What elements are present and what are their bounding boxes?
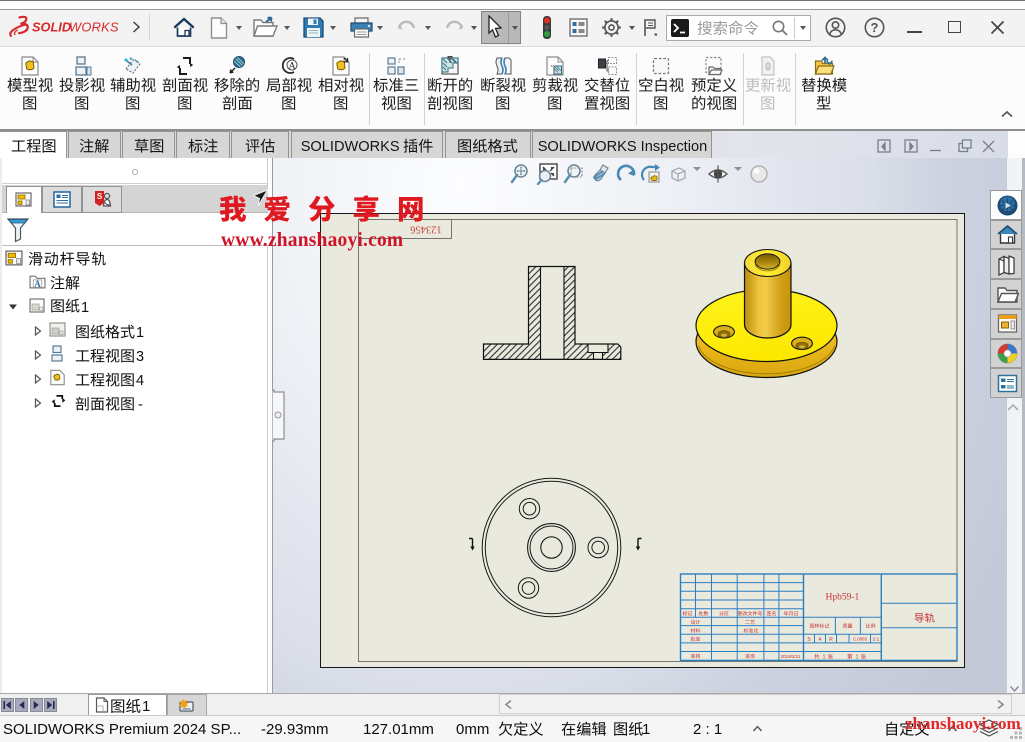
svg-text:2:1: 2:1: [872, 637, 879, 643]
svg-text:A: A: [289, 62, 296, 72]
svg-text:WORKS: WORKS: [69, 20, 119, 35]
svg-text:?: ?: [871, 20, 879, 35]
svg-text:SOLID: SOLID: [32, 20, 71, 35]
svg-text:2018/3/11: 2018/3/11: [780, 654, 801, 659]
svg-text:S: S: [97, 192, 103, 201]
svg-text:Hpb59-1: Hpb59-1: [825, 593, 859, 603]
svg-text:1: 1: [822, 655, 825, 661]
svg-text:C.0065: C.0065: [852, 637, 867, 642]
svg-text:S: S: [807, 637, 811, 643]
svg-text:R: R: [829, 637, 833, 643]
svg-text:1: 1: [855, 655, 858, 661]
svg-text:4: 4: [818, 637, 821, 643]
svg-text:A: A: [34, 279, 41, 289]
